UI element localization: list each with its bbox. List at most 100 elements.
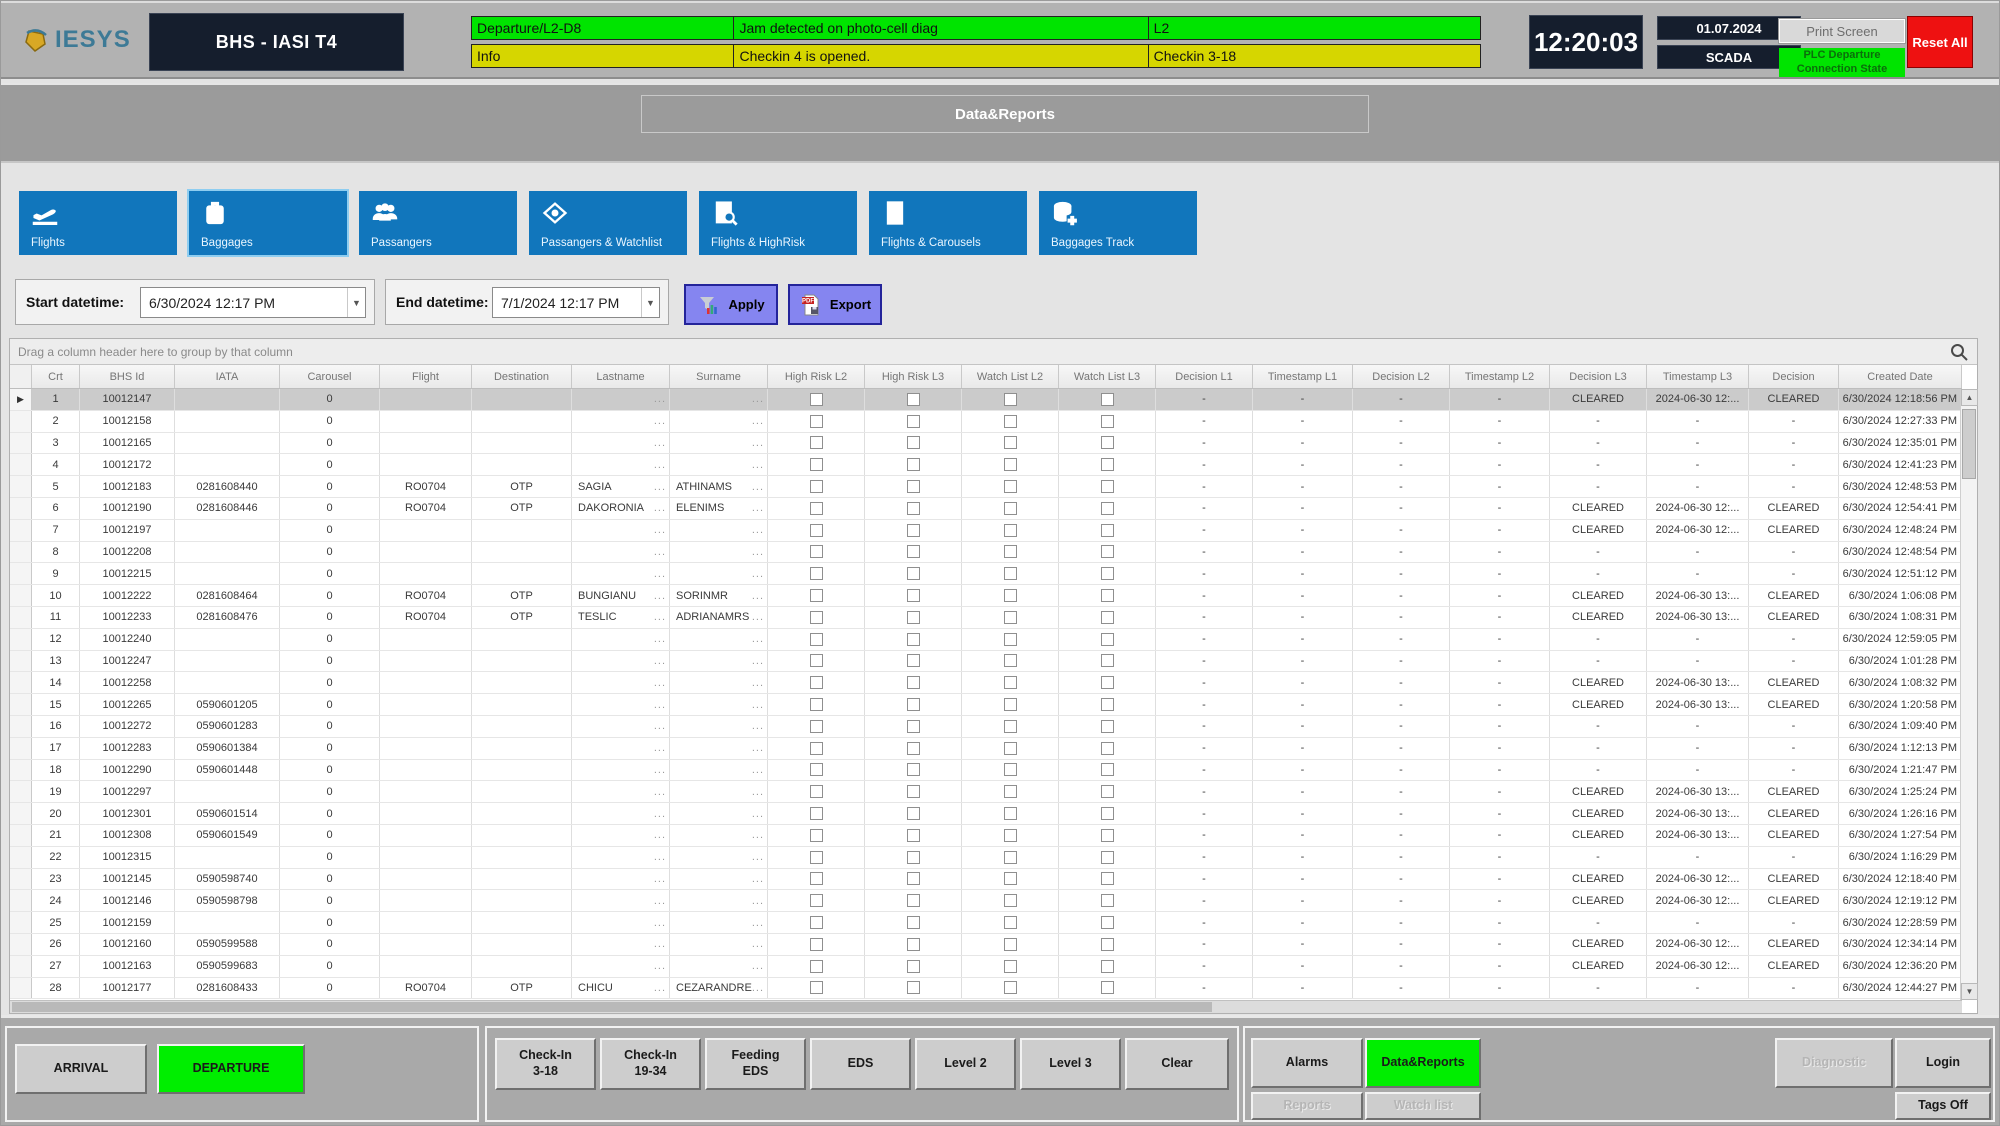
diagnostic-button[interactable]: Diagnostic (1775, 1038, 1893, 1088)
row-checkbox[interactable] (1101, 916, 1114, 929)
eds-button[interactable]: EDS (810, 1038, 911, 1090)
column-header-decision-l2[interactable]: Decision L2 (1353, 365, 1450, 388)
row-checkbox[interactable] (907, 415, 920, 428)
row-checkbox[interactable] (1101, 458, 1114, 471)
table-row[interactable]: 101001222202816084640RO0704OTPBUNGIANU..… (10, 585, 1962, 607)
clear-button[interactable]: Clear (1125, 1038, 1229, 1090)
column-header-surname[interactable]: Surname (670, 365, 768, 388)
table-row[interactable]: 241001214605905987980......----CLEARED20… (10, 890, 1962, 912)
tab-flights-highrisk[interactable]: Flights & HighRisk (699, 191, 857, 255)
scrollbar-thumb[interactable] (1962, 409, 1976, 479)
table-row[interactable]: 151001226505906012050......----CLEARED20… (10, 694, 1962, 716)
row-checkbox[interactable] (1004, 458, 1017, 471)
row-checkbox[interactable] (810, 545, 823, 558)
print-screen-button[interactable]: Print Screen (1779, 19, 1905, 43)
export-button[interactable]: PDF Export (788, 284, 882, 325)
tab-flights[interactable]: Flights (19, 191, 177, 255)
row-checkbox[interactable] (810, 480, 823, 493)
table-row[interactable]: 7100121970......----CLEARED2024-06-30 12… (10, 520, 1962, 542)
row-checkbox[interactable] (907, 807, 920, 820)
row-checkbox[interactable] (1004, 654, 1017, 667)
row-checkbox[interactable] (1101, 894, 1114, 907)
table-row[interactable]: 9100122150......-------6/30/2024 12:51:1… (10, 563, 1962, 585)
row-checkbox[interactable] (810, 567, 823, 580)
row-checkbox[interactable] (1004, 524, 1017, 537)
row-checkbox[interactable] (1004, 916, 1017, 929)
row-checkbox[interactable] (810, 676, 823, 689)
column-header-created-date[interactable]: Created Date (1839, 365, 1962, 388)
row-checkbox[interactable] (1101, 415, 1114, 428)
row-checkbox[interactable] (1004, 894, 1017, 907)
column-header-iata[interactable]: IATA (175, 365, 280, 388)
row-checkbox[interactable] (1101, 524, 1114, 537)
tags-off-button[interactable]: Tags Off (1895, 1092, 1991, 1120)
chevron-down-icon[interactable]: ▼ (641, 288, 659, 317)
departure-button[interactable]: DEPARTURE (157, 1044, 305, 1094)
column-header-watch-list-l3[interactable]: Watch List L3 (1059, 365, 1156, 388)
row-checkbox[interactable] (907, 676, 920, 689)
table-row[interactable]: 8100122080......-------6/30/2024 12:48:5… (10, 542, 1962, 564)
row-checkbox[interactable] (810, 938, 823, 951)
feeding-eds-button[interactable]: Feeding EDS (705, 1038, 806, 1090)
column-header-watch-list-l2[interactable]: Watch List L2 (962, 365, 1059, 388)
row-checkbox[interactable] (1004, 436, 1017, 449)
table-row[interactable]: 211001230805906015490......----CLEARED20… (10, 825, 1962, 847)
row-checkbox[interactable] (1004, 676, 1017, 689)
apply-button[interactable]: Apply (684, 284, 778, 325)
row-checkbox[interactable] (810, 785, 823, 798)
row-checkbox[interactable] (907, 981, 920, 994)
row-checkbox[interactable] (1004, 567, 1017, 580)
row-checkbox[interactable] (1101, 698, 1114, 711)
row-checkbox[interactable] (1101, 393, 1114, 406)
row-checkbox[interactable] (1101, 872, 1114, 885)
row-checkbox[interactable] (907, 894, 920, 907)
table-row[interactable]: 231001214505905987400......----CLEARED20… (10, 869, 1962, 891)
row-checkbox[interactable] (907, 524, 920, 537)
row-checkbox[interactable] (907, 829, 920, 842)
column-header-timestamp-l2[interactable]: Timestamp L2 (1450, 365, 1550, 388)
scroll-up-icon[interactable]: ▲ (1961, 389, 1978, 406)
row-checkbox[interactable] (1004, 720, 1017, 733)
table-row[interactable]: ▶1100121470......----CLEARED2024-06-30 1… (10, 389, 1962, 411)
login-button[interactable]: Login (1895, 1038, 1991, 1088)
row-checkbox[interactable] (907, 872, 920, 885)
row-checkbox[interactable] (810, 763, 823, 776)
column-header-crt[interactable]: Crt (32, 365, 80, 388)
table-row[interactable]: 13100122470......-------6/30/2024 1:01:2… (10, 651, 1962, 673)
table-row[interactable]: 51001218302816084400RO0704OTPSAGIA...ATH… (10, 476, 1962, 498)
row-checkbox[interactable] (1004, 829, 1017, 842)
row-checkbox[interactable] (1101, 742, 1114, 755)
row-checkbox[interactable] (810, 872, 823, 885)
chevron-down-icon[interactable]: ▼ (347, 288, 365, 317)
row-checkbox[interactable] (1004, 742, 1017, 755)
alarm-row-info[interactable]: Info Checkin 4 is opened. Checkin 3-18 (471, 44, 1481, 68)
row-checkbox[interactable] (810, 524, 823, 537)
row-checkbox[interactable] (810, 981, 823, 994)
table-row[interactable]: 271001216305905996830......----CLEARED20… (10, 956, 1962, 978)
alarms-button[interactable]: Alarms (1251, 1038, 1363, 1088)
checkin-19-34-button[interactable]: Check-In 19-34 (600, 1038, 701, 1090)
table-row[interactable]: 2100121580......-------6/30/2024 12:27:3… (10, 411, 1962, 433)
tab-flights-carousels[interactable]: Flights & Carousels (869, 191, 1027, 255)
row-checkbox[interactable] (907, 654, 920, 667)
row-checkbox[interactable] (1004, 698, 1017, 711)
row-checkbox[interactable] (810, 698, 823, 711)
column-header-decision-l1[interactable]: Decision L1 (1156, 365, 1253, 388)
row-checkbox[interactable] (1101, 676, 1114, 689)
row-checkbox[interactable] (1101, 938, 1114, 951)
table-row[interactable]: 61001219002816084460RO0704OTPDAKORONIA..… (10, 498, 1962, 520)
row-checkbox[interactable] (810, 393, 823, 406)
row-checkbox[interactable] (907, 393, 920, 406)
row-checkbox[interactable] (1101, 589, 1114, 602)
row-checkbox[interactable] (1004, 611, 1017, 624)
alarm-row-active[interactable]: Departure/L2-D8 Jam detected on photo-ce… (471, 16, 1481, 40)
table-row[interactable]: 19100122970......----CLEARED2024-06-30 1… (10, 781, 1962, 803)
table-row[interactable]: 4100121720......-------6/30/2024 12:41:2… (10, 454, 1962, 476)
table-row[interactable]: 281001217702816084330RO0704OTPCHICU...CE… (10, 978, 1962, 1000)
row-checkbox[interactable] (907, 698, 920, 711)
tab-passangers-watchlist[interactable]: Passangers & Watchlist (529, 191, 687, 255)
table-row[interactable]: 201001230105906015140......----CLEARED20… (10, 803, 1962, 825)
row-checkbox[interactable] (810, 894, 823, 907)
row-checkbox[interactable] (810, 742, 823, 755)
row-checkbox[interactable] (907, 785, 920, 798)
